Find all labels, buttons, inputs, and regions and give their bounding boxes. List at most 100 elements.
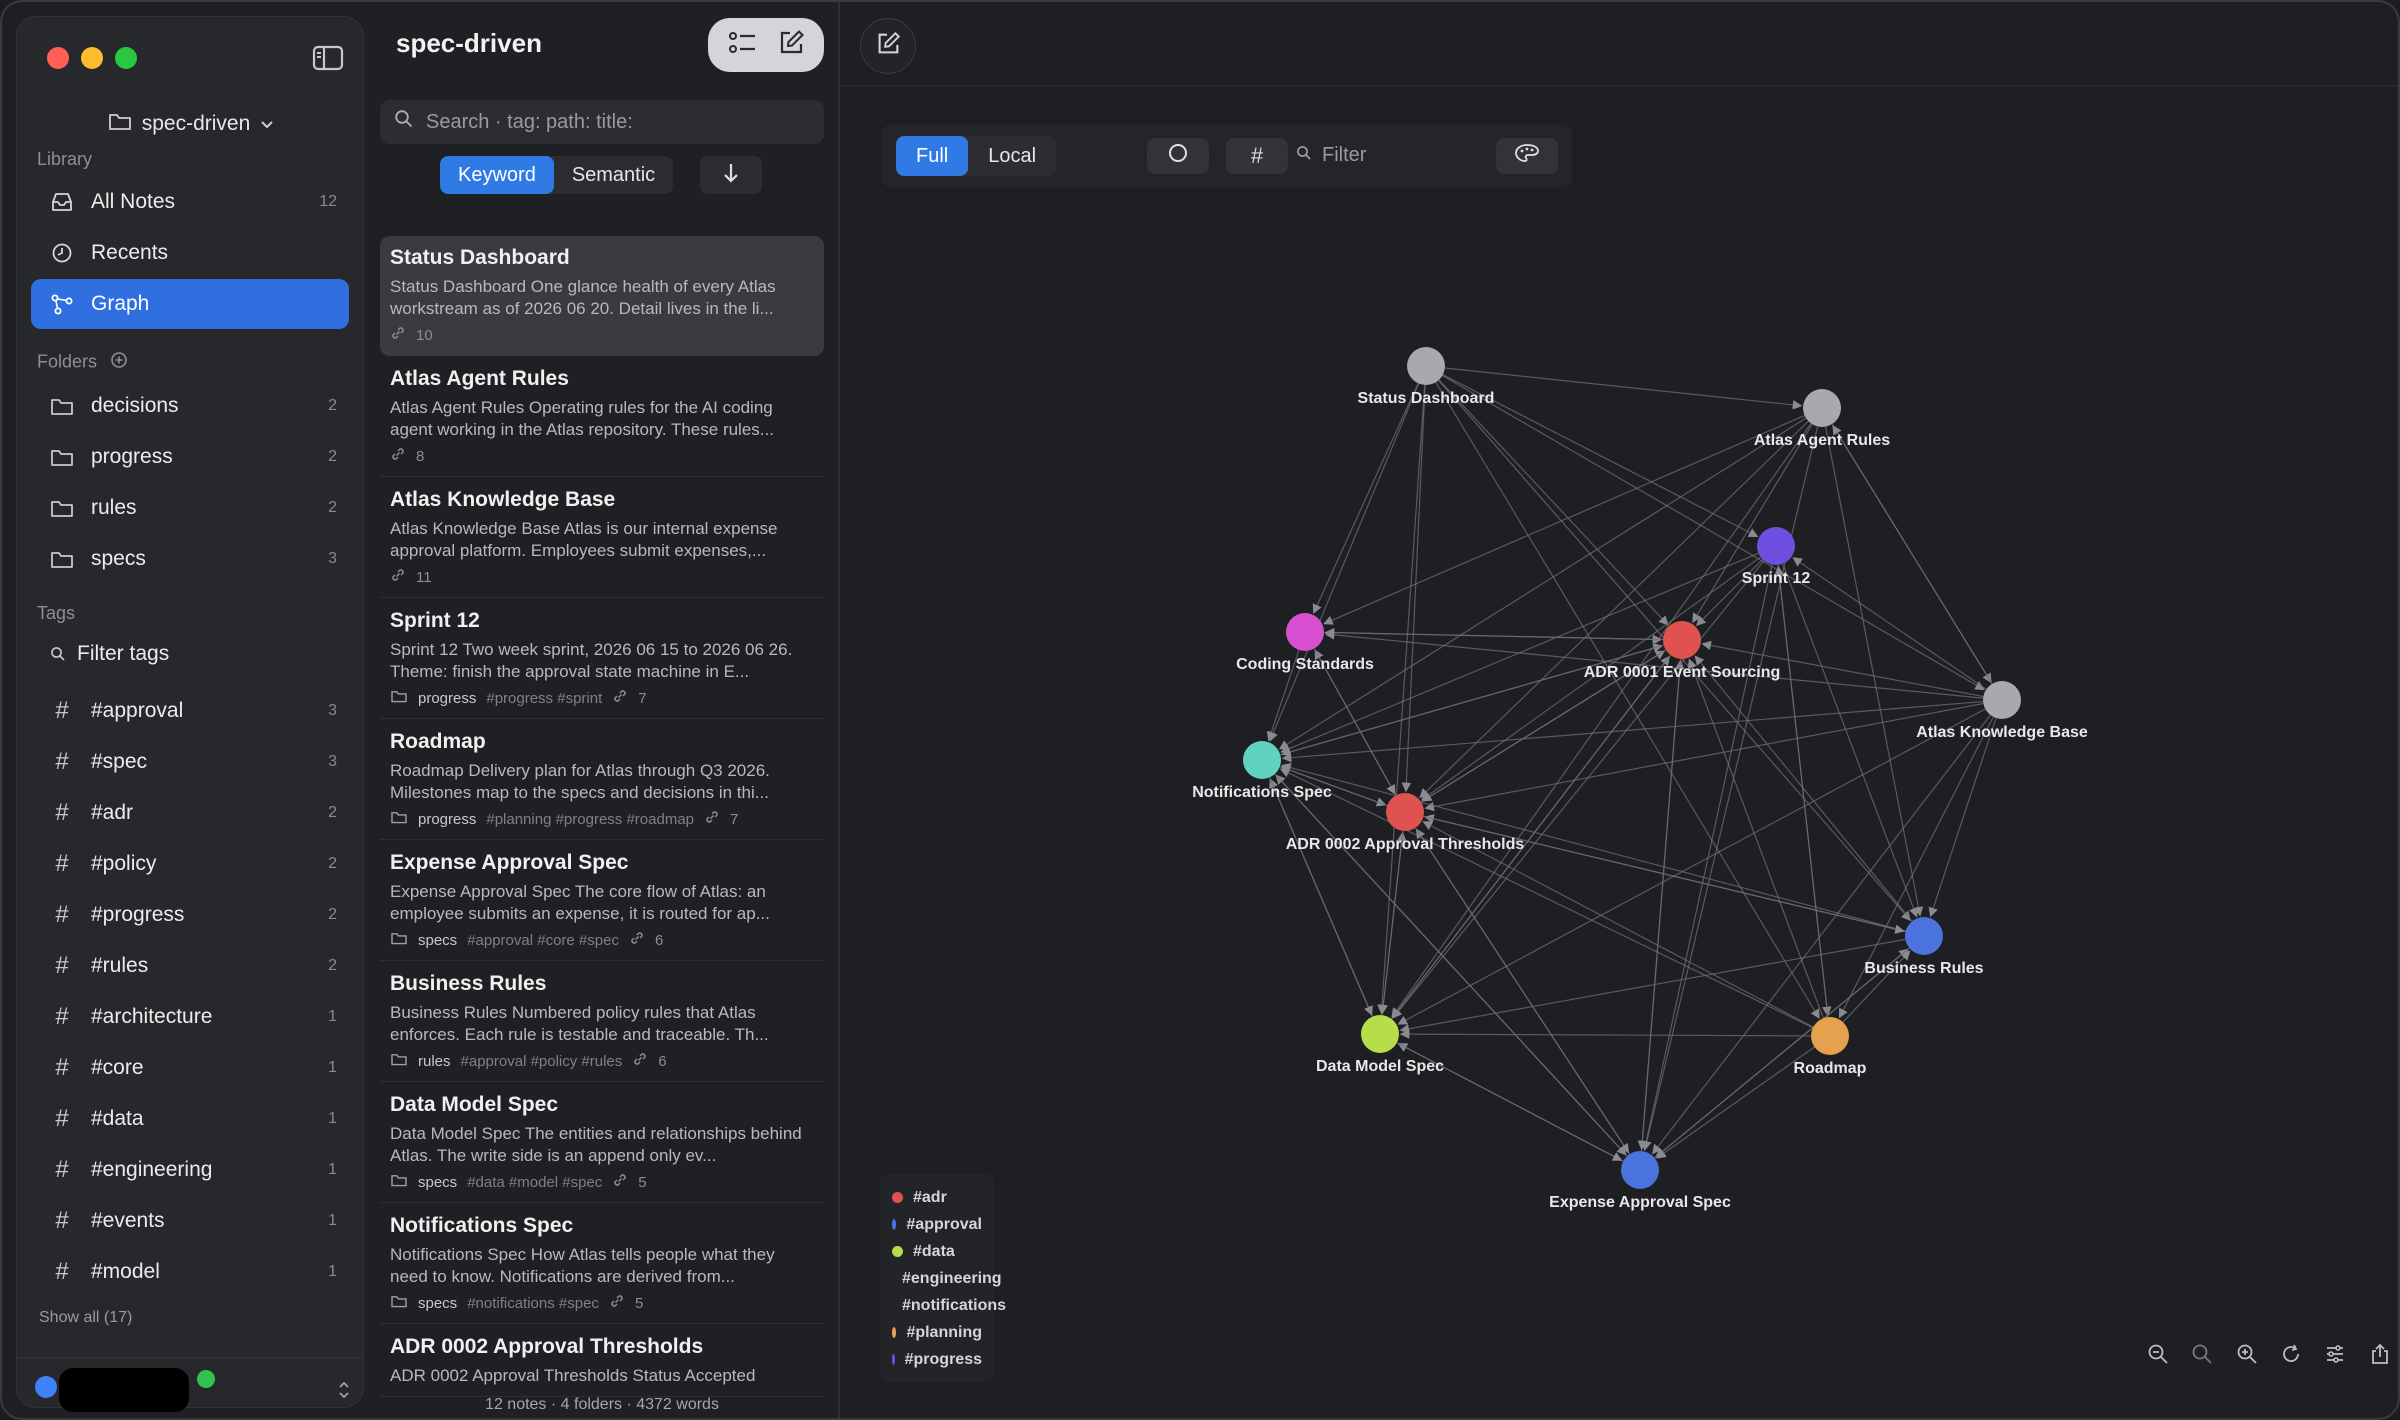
legend-item[interactable]: #notifications: [892, 1292, 1006, 1319]
graph-node-circle[interactable]: [1663, 621, 1701, 659]
vault-picker[interactable]: spec-driven: [17, 107, 365, 141]
graph-canvas[interactable]: Status Dashboard Atlas Agent Rules Sprint …: [842, 86, 2400, 1336]
graph-node-circle[interactable]: [1386, 793, 1424, 831]
minimize-window-button[interactable]: [81, 47, 103, 69]
sidebar-item-all-notes[interactable]: All Notes 12: [31, 177, 349, 227]
graph-node[interactable]: Atlas Agent Rules: [1754, 389, 1890, 449]
note-list-item[interactable]: Roadmap Roadmap Delivery plan for Atlas t…: [380, 720, 824, 840]
folder-count: 2: [328, 448, 337, 465]
graph-node[interactable]: Expense Approval Spec: [1549, 1151, 1731, 1211]
graph-node[interactable]: Notifications Spec: [1192, 741, 1332, 801]
sort-button[interactable]: [700, 156, 762, 194]
sidebar-folder-item[interactable]: progress 2: [31, 432, 349, 482]
note-list-item[interactable]: Atlas Knowledge Base Atlas Knowledge Base…: [380, 478, 824, 598]
close-window-button[interactable]: [47, 47, 69, 69]
graph-node-circle[interactable]: [1361, 1015, 1399, 1053]
note-list-item[interactable]: Expense Approval Spec Expense Approval Sp…: [380, 841, 824, 961]
export-button[interactable]: [2365, 1341, 2395, 1371]
sidebar-tag-item[interactable]: # #adr 2: [31, 788, 349, 838]
legend-item[interactable]: #planning: [892, 1319, 982, 1346]
graph-node-circle[interactable]: [1811, 1017, 1849, 1055]
graph-node[interactable]: Roadmap: [1794, 1017, 1867, 1077]
sidebar-tag-item[interactable]: # #spec 3: [31, 737, 349, 787]
graph-node[interactable]: Sprint 12: [1742, 527, 1811, 587]
graph-node-circle[interactable]: [1621, 1151, 1659, 1189]
graph-edge: [1435, 381, 1820, 1020]
sidebar-tag-item[interactable]: # #data 1: [31, 1094, 349, 1144]
zoom-in-button[interactable]: [2232, 1341, 2262, 1371]
note-list-item[interactable]: ADR 0002 Approval Thresholds ADR 0002 App…: [380, 1325, 824, 1397]
filter-tags-input[interactable]: Filter tags: [31, 634, 349, 674]
note-title: Sprint 12: [390, 609, 480, 632]
zoom-fit-button[interactable]: [2187, 1341, 2217, 1371]
sidebar-tag-item[interactable]: # #approval 3: [31, 686, 349, 736]
sidebar-folder-item[interactable]: rules 2: [31, 483, 349, 533]
graph-node[interactable]: ADR 0001 Event Sourcing: [1584, 621, 1781, 681]
note-folder: progress: [418, 689, 477, 707]
note-meta: 8: [390, 445, 814, 467]
note-list-item[interactable]: Notifications Spec Notifications Spec How…: [380, 1204, 824, 1324]
sidebar-tag-item[interactable]: # #core 1: [31, 1043, 349, 1093]
sidebar-tag-item[interactable]: # #architecture 1: [31, 992, 349, 1042]
graph-node-circle[interactable]: [1905, 917, 1943, 955]
sidebar-tag-item[interactable]: # #engineering 1: [31, 1145, 349, 1195]
sidebar-toggle-icon[interactable]: [311, 43, 345, 73]
compose-button[interactable]: [860, 18, 916, 74]
keyword-mode-button[interactable]: Keyword: [440, 156, 554, 194]
account-bar[interactable]: [17, 1357, 365, 1412]
note-list-item[interactable]: Business Rules Business Rules Numbered po…: [380, 962, 824, 1082]
graph-node[interactable]: Coding Standards: [1236, 613, 1374, 673]
hash-icon: #: [55, 1156, 69, 1183]
sidebar-item-graph[interactable]: Graph: [31, 279, 349, 329]
note-list-item[interactable]: Status Dashboard Status Dashboard One gla…: [380, 236, 824, 356]
sidebar-folder-item[interactable]: decisions 2: [31, 381, 349, 431]
graph-node-circle[interactable]: [1983, 681, 2021, 719]
checklist-icon[interactable]: [727, 28, 759, 63]
legend-item[interactable]: #data: [892, 1238, 982, 1265]
zoom-reset-icon: [2191, 1343, 2213, 1370]
graph-node-circle[interactable]: [1803, 389, 1841, 427]
sidebar-tag-item[interactable]: # #policy 2: [31, 839, 349, 889]
sidebar-tag-item[interactable]: # #events 1: [31, 1196, 349, 1246]
semantic-mode-button[interactable]: Semantic: [554, 156, 673, 194]
note-list-panel: spec-driven Search · tag: path: title: K…: [364, 2, 840, 1418]
zoom-out-button[interactable]: [2143, 1341, 2173, 1371]
new-note-icon[interactable]: [776, 28, 806, 63]
add-folder-icon[interactable]: [110, 351, 128, 374]
show-all-tags-link[interactable]: Show all (17): [39, 1309, 132, 1327]
note-link-count: 6: [658, 1052, 667, 1070]
graph-node-circle[interactable]: [1286, 613, 1324, 651]
graph-node[interactable]: Data Model Spec: [1316, 1015, 1444, 1075]
graph-node[interactable]: ADR 0002 Approval Thresholds: [1286, 793, 1525, 853]
legend-item[interactable]: #engineering: [892, 1265, 1002, 1292]
tag-label: #adr: [91, 801, 134, 824]
note-list-item[interactable]: Sprint 12 Sprint 12 Two week sprint, 2026…: [380, 599, 824, 719]
legend-item[interactable]: #progress: [892, 1346, 982, 1373]
legend-item[interactable]: #approval: [892, 1211, 982, 1238]
folder-icon: [49, 444, 75, 470]
tags-section-label: Tags: [37, 603, 76, 623]
note-meta: progress #planning #progress #roadmap 7: [390, 808, 814, 830]
legend-label: #data: [913, 1242, 955, 1260]
sidebar-tag-item[interactable]: # #model 1: [31, 1247, 349, 1297]
hash-icon: #: [55, 1105, 69, 1132]
sidebar-item-recents[interactable]: Recents: [31, 228, 349, 278]
sidebar-tag-item[interactable]: # #rules 2: [31, 941, 349, 991]
sidebar-tag-item[interactable]: # #progress 2: [31, 890, 349, 940]
graph-edge: [1392, 560, 1765, 1019]
refresh-layout-button[interactable]: [2276, 1341, 2306, 1371]
legend-item[interactable]: #adr: [892, 1184, 982, 1211]
note-title: ADR 0002 Approval Thresholds: [390, 1335, 704, 1358]
tag-count: 2: [328, 957, 337, 974]
graph-node-circle[interactable]: [1407, 347, 1445, 385]
note-link-count: 10: [416, 326, 433, 344]
search-input[interactable]: Search · tag: path: title:: [380, 100, 824, 144]
graph-node-circle[interactable]: [1757, 527, 1795, 565]
sidebar-folder-item[interactable]: specs 3: [31, 534, 349, 584]
graph-node-circle[interactable]: [1243, 741, 1281, 779]
graph-settings-button[interactable]: [2320, 1341, 2350, 1371]
note-list-item[interactable]: Atlas Agent Rules Atlas Agent Rules Opera…: [380, 357, 824, 477]
zoom-window-button[interactable]: [115, 47, 137, 69]
note-list-item[interactable]: Data Model Spec Data Model Spec The entit…: [380, 1083, 824, 1203]
graph-node[interactable]: Status Dashboard: [1358, 347, 1495, 407]
